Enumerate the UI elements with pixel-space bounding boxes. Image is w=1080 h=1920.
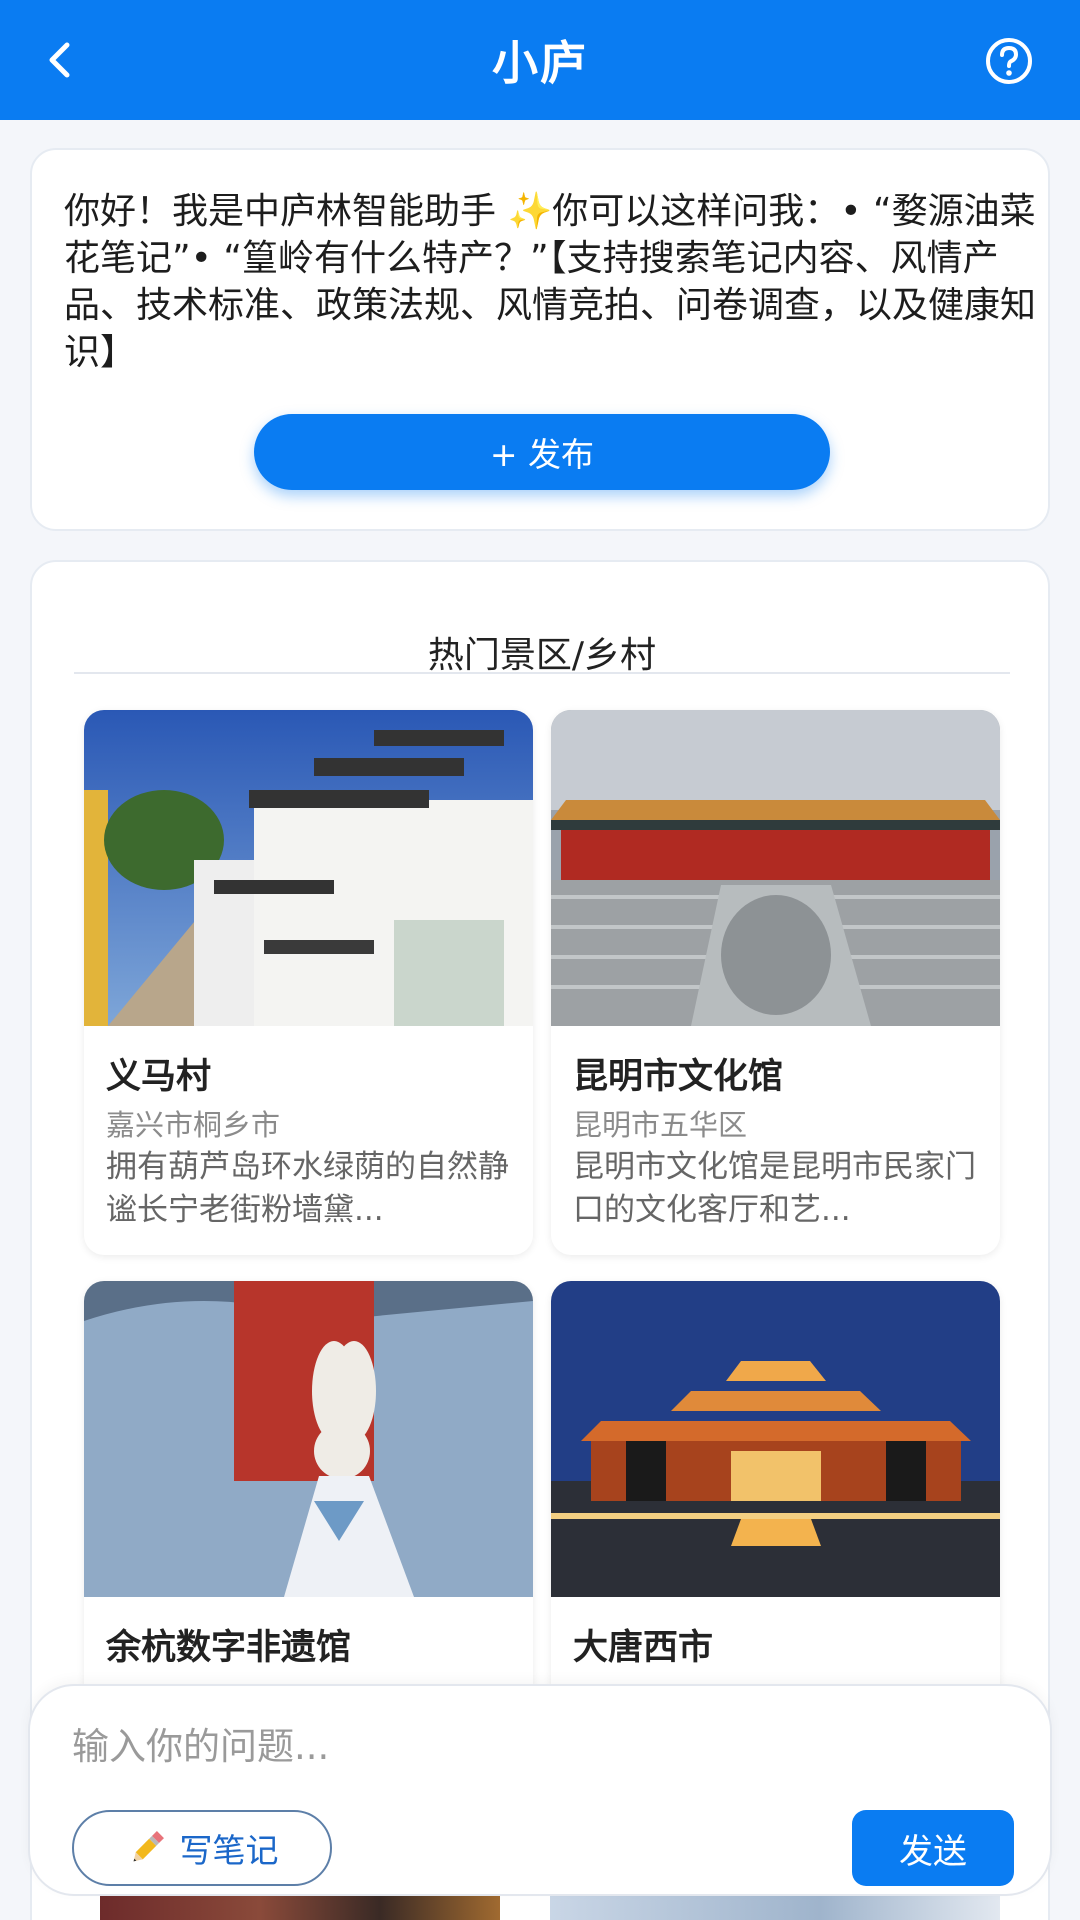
next-row-photo-peek <box>100 1896 500 1920</box>
page-title: 小庐 <box>492 36 588 90</box>
divider <box>74 672 1010 674</box>
place-photo <box>84 1281 533 1597</box>
place-name: 义马村 <box>106 1057 212 1097</box>
pencil-icon <box>133 1831 164 1862</box>
publish-button[interactable]: + 发布 <box>254 414 830 490</box>
top-bar: 小庐 <box>0 0 1080 120</box>
place-card[interactable]: 义马村 嘉兴市桐乡市 拥有葫芦岛环水绿荫的自然静谧长宁老街粉墙黛... <box>84 710 533 1255</box>
place-description: 拥有葫芦岛环水绿荫的自然静谧长宁老街粉墙黛... <box>106 1149 509 1228</box>
place-description: 昆明市文化馆是昆明市民家门口的文化客厅和艺... <box>573 1149 976 1228</box>
back-button[interactable] <box>30 30 90 90</box>
help-button[interactable] <box>984 36 1034 86</box>
next-row-photo-peek <box>550 1896 1000 1920</box>
write-note-label: 写笔记 <box>179 1831 279 1870</box>
place-card[interactable]: 昆明市文化馆 昆明市五华区 昆明市文化馆是昆明市民家门口的文化客厅和艺... <box>551 710 1000 1255</box>
place-photo <box>551 710 1000 1026</box>
question-input[interactable] <box>72 1716 972 1776</box>
write-note-button[interactable]: 写笔记 <box>72 1810 332 1886</box>
place-name: 大唐西市 <box>573 1628 714 1668</box>
place-photo <box>551 1281 1000 1597</box>
place-photo <box>84 710 533 1026</box>
assistant-greeting: 你好！我是中庐林智能助手 ✨你可以这样问我：• “婺源油菜花笔记”• “篁岭有什… <box>64 191 1037 373</box>
assistant-intro-card: 你好！我是中庐林智能助手 ✨你可以这样问我：• “婺源油菜花笔记”• “篁岭有什… <box>30 148 1050 531</box>
place-location: 嘉兴市桐乡市 <box>106 1108 281 1142</box>
chevron-left-icon <box>49 42 70 78</box>
place-name: 昆明市文化馆 <box>573 1057 784 1097</box>
question-circle-icon <box>986 38 1032 84</box>
question-composer: 写笔记 发送 <box>28 1684 1052 1896</box>
place-location: 昆明市五华区 <box>573 1108 748 1142</box>
section-title: 热门景区/乡村 <box>427 635 657 676</box>
place-name: 余杭数字非遗馆 <box>106 1628 352 1668</box>
send-button[interactable]: 发送 <box>852 1810 1014 1886</box>
